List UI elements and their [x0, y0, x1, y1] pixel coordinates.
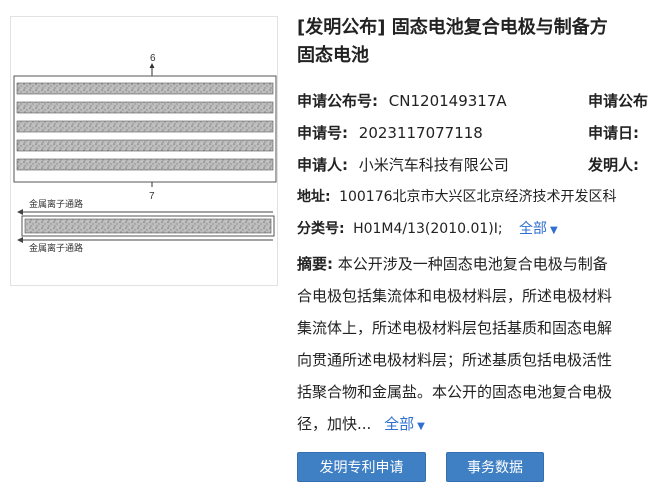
applicant-row: 申请人: 小米汽车科技有限公司	[297, 154, 509, 176]
app-date-label: 申请日:	[588, 124, 639, 142]
class-more-label: 全部	[519, 221, 548, 237]
caret-down-icon: ▼	[417, 421, 425, 432]
class-label: 分类号:	[297, 221, 345, 237]
app-no-value: 2023117077118	[358, 124, 483, 142]
abstract-text: 径，加快...	[297, 415, 372, 433]
address-value: 100176北京市大兴区北京经济技术开发区科	[339, 189, 617, 205]
patent-drawing-thumbnail[interactable]: 6 7 金属离子通路 金属离子通路	[10, 16, 278, 286]
channel-label-1: 金属离子通路	[29, 198, 83, 210]
abstract-text: 本公开涉及一种固态电池复合电极与制备	[337, 255, 608, 273]
affairs-data-button[interactable]: 事务数据	[446, 452, 544, 482]
pub-no-label: 申请公布号:	[297, 92, 378, 110]
label-7: 7	[149, 191, 155, 202]
class-row: 分类号: H01M4/13(2010.01)I; 全部 ▼	[297, 218, 558, 242]
inventor-label: 发明人:	[588, 156, 639, 174]
caret-down-icon: ▼	[550, 225, 558, 236]
abstract-block: 摘要: 本公开涉及一种固态电池复合电极与制备 合电极包括集流体和电极材料层，所述…	[297, 248, 651, 443]
app-no-row: 申请号: 2023117077118	[297, 122, 483, 144]
address-row: 地址: 100176北京市大兴区北京经济技术开发区科	[297, 186, 617, 208]
patent-title-line-2[interactable]: 固态电池	[297, 42, 651, 70]
abstract-more-label: 全部	[384, 415, 415, 433]
applicant-value: 小米汽车科技有限公司	[358, 156, 509, 174]
abstract-line: 径，加快... 全部 ▼	[297, 408, 651, 443]
applicant-label: 申请人:	[297, 156, 348, 174]
pub-no-value: CN120149317A	[388, 92, 507, 110]
abstract-more-link[interactable]: 全部 ▼	[384, 415, 425, 433]
abstract-line: 向贯通所述电极材料层；所述基质包括电极活性	[297, 351, 613, 369]
channel-label-2: 金属离子通路	[29, 242, 83, 254]
abstract-line: 合电极包括集流体和电极材料层，所述电极材料	[297, 287, 613, 305]
abstract-line: 括聚合物和金属盐。本公开的固态电池复合电极	[297, 383, 613, 401]
invention-application-button[interactable]: 发明专利申请	[297, 452, 426, 482]
patent-title-line-1[interactable]: [发明公布] 固态电池复合电极与制备方	[297, 14, 651, 42]
label-6: 6	[150, 53, 156, 64]
patent-drawing: 6 7 金属离子通路 金属离子通路	[13, 53, 277, 254]
pub-date-label: 申请公布	[588, 92, 649, 110]
abstract-label: 摘要:	[297, 255, 333, 273]
address-label: 地址:	[297, 189, 331, 205]
patent-title[interactable]: [发明公布] 固态电池复合电极与制备方 固态电池	[297, 14, 651, 70]
abstract-line: 集流体上，所述电极材料层包括基质和固态电解	[297, 319, 613, 337]
class-value: H01M4/13(2010.01)I;	[353, 221, 503, 237]
class-more-link[interactable]: 全部 ▼	[519, 221, 558, 237]
app-no-label: 申请号:	[297, 124, 348, 142]
abstract-line: 摘要: 本公开涉及一种固态电池复合电极与制备	[297, 248, 651, 280]
pub-no-row: 申请公布号: CN120149317A	[297, 90, 507, 112]
